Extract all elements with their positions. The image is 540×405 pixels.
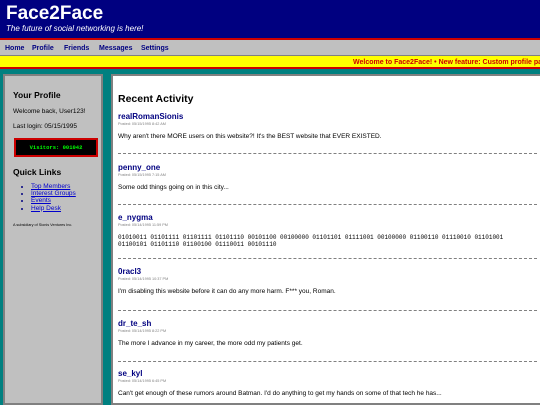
post-timestamp: Posted: 05/15/1995 7:15 AM (118, 173, 166, 177)
profile-heading: Your Profile (13, 90, 61, 100)
post-divider (118, 153, 537, 154)
site-title[interactable]: Face2Face (6, 3, 103, 25)
site-header: Face2Face The future of social networkin… (0, 0, 540, 40)
post-username[interactable]: 0racl3 (118, 267, 537, 277)
sidebar: Your Profile Welcome back, User123! Last… (3, 74, 103, 405)
welcome-text: Welcome back, User123! (13, 108, 86, 115)
post-divider (118, 258, 537, 259)
post-text: 01010011 01101111 01101111 01101110 0010… (118, 234, 504, 248)
nav-messages[interactable]: Messages (99, 44, 132, 53)
link-events[interactable]: Events (31, 197, 51, 204)
post-text: Some odd things going on in this city... (118, 184, 229, 191)
quick-link-item: Top Members (31, 183, 76, 190)
post-item: dr_te_sh Posted: 05/14/1995 8:22 PM The … (118, 319, 537, 348)
post-item: 0racl3 Posted: 05/14/1995 10:37 PM I'm d… (118, 267, 537, 296)
activity-title: Recent Activity (118, 93, 194, 105)
site-tagline: The future of social networking is here! (6, 24, 144, 33)
link-interest-groups[interactable]: Interest Groups (31, 190, 76, 197)
nav-profile[interactable]: Profile (32, 44, 54, 53)
quick-link-item: Interest Groups (31, 190, 76, 197)
post-timestamp: Posted: 05/14/1995 10:37 PM (118, 277, 169, 281)
main-nav: Home Profile Friends Messages Settings (0, 40, 540, 56)
quick-link-item: Help Desk (31, 205, 76, 212)
post-text: Why aren't there MORE users on this webs… (118, 133, 382, 140)
post-item: realRomanSionis Posted: 05/15/1995 8:42 … (118, 112, 537, 141)
main-content: Recent Activity realRomanSionis Posted: … (111, 74, 540, 405)
link-help-desk[interactable]: Help Desk (31, 205, 61, 212)
quick-links-heading: Quick Links (13, 167, 62, 177)
post-item: penny_one Posted: 05/15/1995 7:15 AM Som… (118, 163, 537, 192)
post-text: The more I advance in my career, the mor… (118, 340, 303, 347)
news-ticker: Welcome to Face2Face! • New feature: Cus… (0, 56, 540, 69)
nav-home[interactable]: Home (5, 44, 24, 53)
ticker-text: Welcome to Face2Face! • New feature: Cus… (353, 59, 540, 66)
visitor-counter: Visitors: 001042 (14, 138, 98, 157)
post-timestamp: Posted: 05/14/1995 8:22 PM (118, 329, 167, 333)
post-timestamp: Posted: 05/15/1995 8:42 AM (118, 122, 166, 126)
post-username[interactable]: realRomanSionis (118, 112, 537, 122)
last-login-text: Last login: 05/15/1995 (13, 123, 77, 130)
post-username[interactable]: se_kyl (118, 369, 537, 379)
subsidiary-note: A subsidiary of Sionis Ventures Inc. (13, 223, 73, 227)
post-username[interactable]: e_nygma (118, 213, 537, 223)
post-item: e_nygma Posted: 05/14/1995 11:59 PM 0101… (118, 213, 537, 248)
post-text: Can't get enough of these rumors around … (118, 390, 442, 397)
post-timestamp: Posted: 05/14/1995 6:45 PM (118, 379, 167, 383)
nav-friends[interactable]: Friends (64, 44, 89, 53)
quick-link-item: Events (31, 197, 76, 204)
post-username[interactable]: penny_one (118, 163, 537, 173)
post-divider (118, 310, 537, 311)
post-item: se_kyl Posted: 05/14/1995 6:45 PM Can't … (118, 369, 537, 398)
post-username[interactable]: dr_te_sh (118, 319, 537, 329)
post-divider (118, 361, 537, 362)
link-top-members[interactable]: Top Members (31, 183, 70, 190)
quick-links-list: Top Members Interest Groups Events Help … (31, 183, 76, 212)
post-timestamp: Posted: 05/14/1995 11:59 PM (118, 223, 168, 227)
post-text: I'm disabling this website before it can… (118, 288, 336, 295)
post-divider (118, 204, 537, 205)
nav-settings[interactable]: Settings (141, 44, 169, 53)
